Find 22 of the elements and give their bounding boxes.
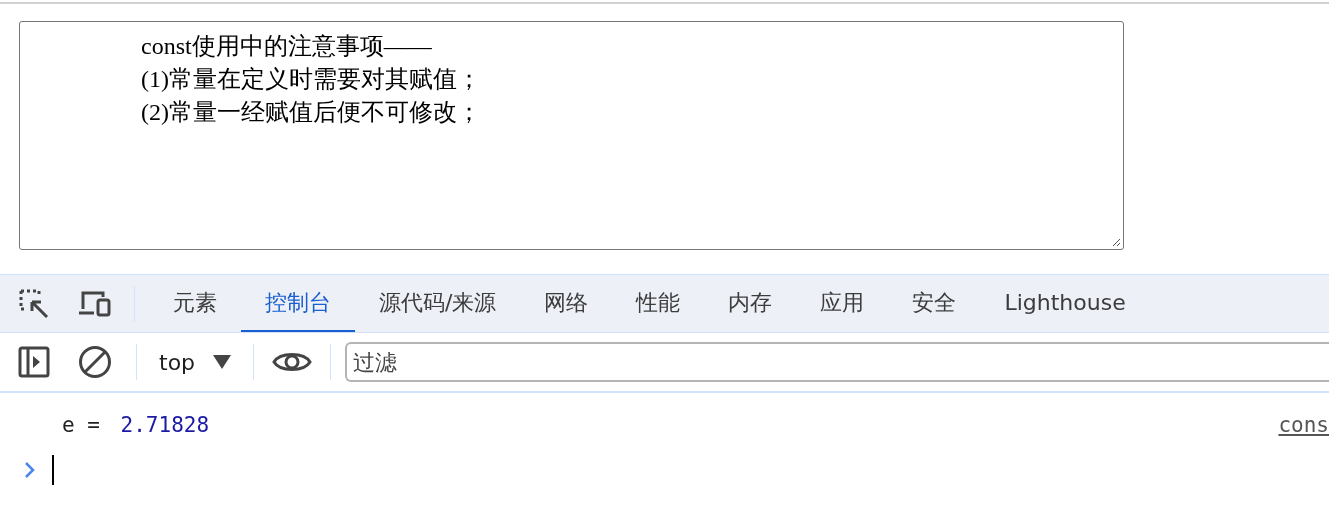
panel-tab[interactable]: 性能	[612, 275, 705, 332]
text-cursor	[52, 455, 54, 485]
context-selector[interactable]: top	[159, 349, 196, 375]
resize-grip-icon[interactable]	[1111, 237, 1121, 247]
number-value: 2.71828	[120, 413, 210, 437]
panel-tab[interactable]: 源代码/来源	[355, 275, 521, 332]
variable-name: e =	[62, 413, 101, 437]
inspect-icon[interactable]	[18, 287, 50, 320]
filter-field[interactable]: 过滤	[345, 342, 1329, 382]
panel-tab[interactable]: 网络	[520, 275, 613, 332]
sidebar-toggle-icon[interactable]	[18, 346, 50, 378]
text-area[interactable]: const使用中的注意事项—— (1)常量在定义时需要对其赋值； (2)常量一经赋值后便不可修改；	[19, 21, 1124, 250]
panel-tab[interactable]: 元素	[149, 275, 241, 332]
prompt-chevron-icon	[24, 461, 36, 479]
source-link[interactable]: cons	[1278, 413, 1329, 437]
panel-tab[interactable]: 应用	[796, 275, 889, 332]
clear-icon[interactable]	[78, 345, 112, 379]
dropdown-caret-icon[interactable]	[213, 355, 232, 369]
panel-tab[interactable]: 内存	[704, 275, 797, 332]
panel-tab[interactable]: 控制台	[241, 275, 355, 332]
panel-tab[interactable]: Lighthouse	[980, 275, 1150, 332]
panel-tab[interactable]: 安全	[888, 275, 981, 332]
